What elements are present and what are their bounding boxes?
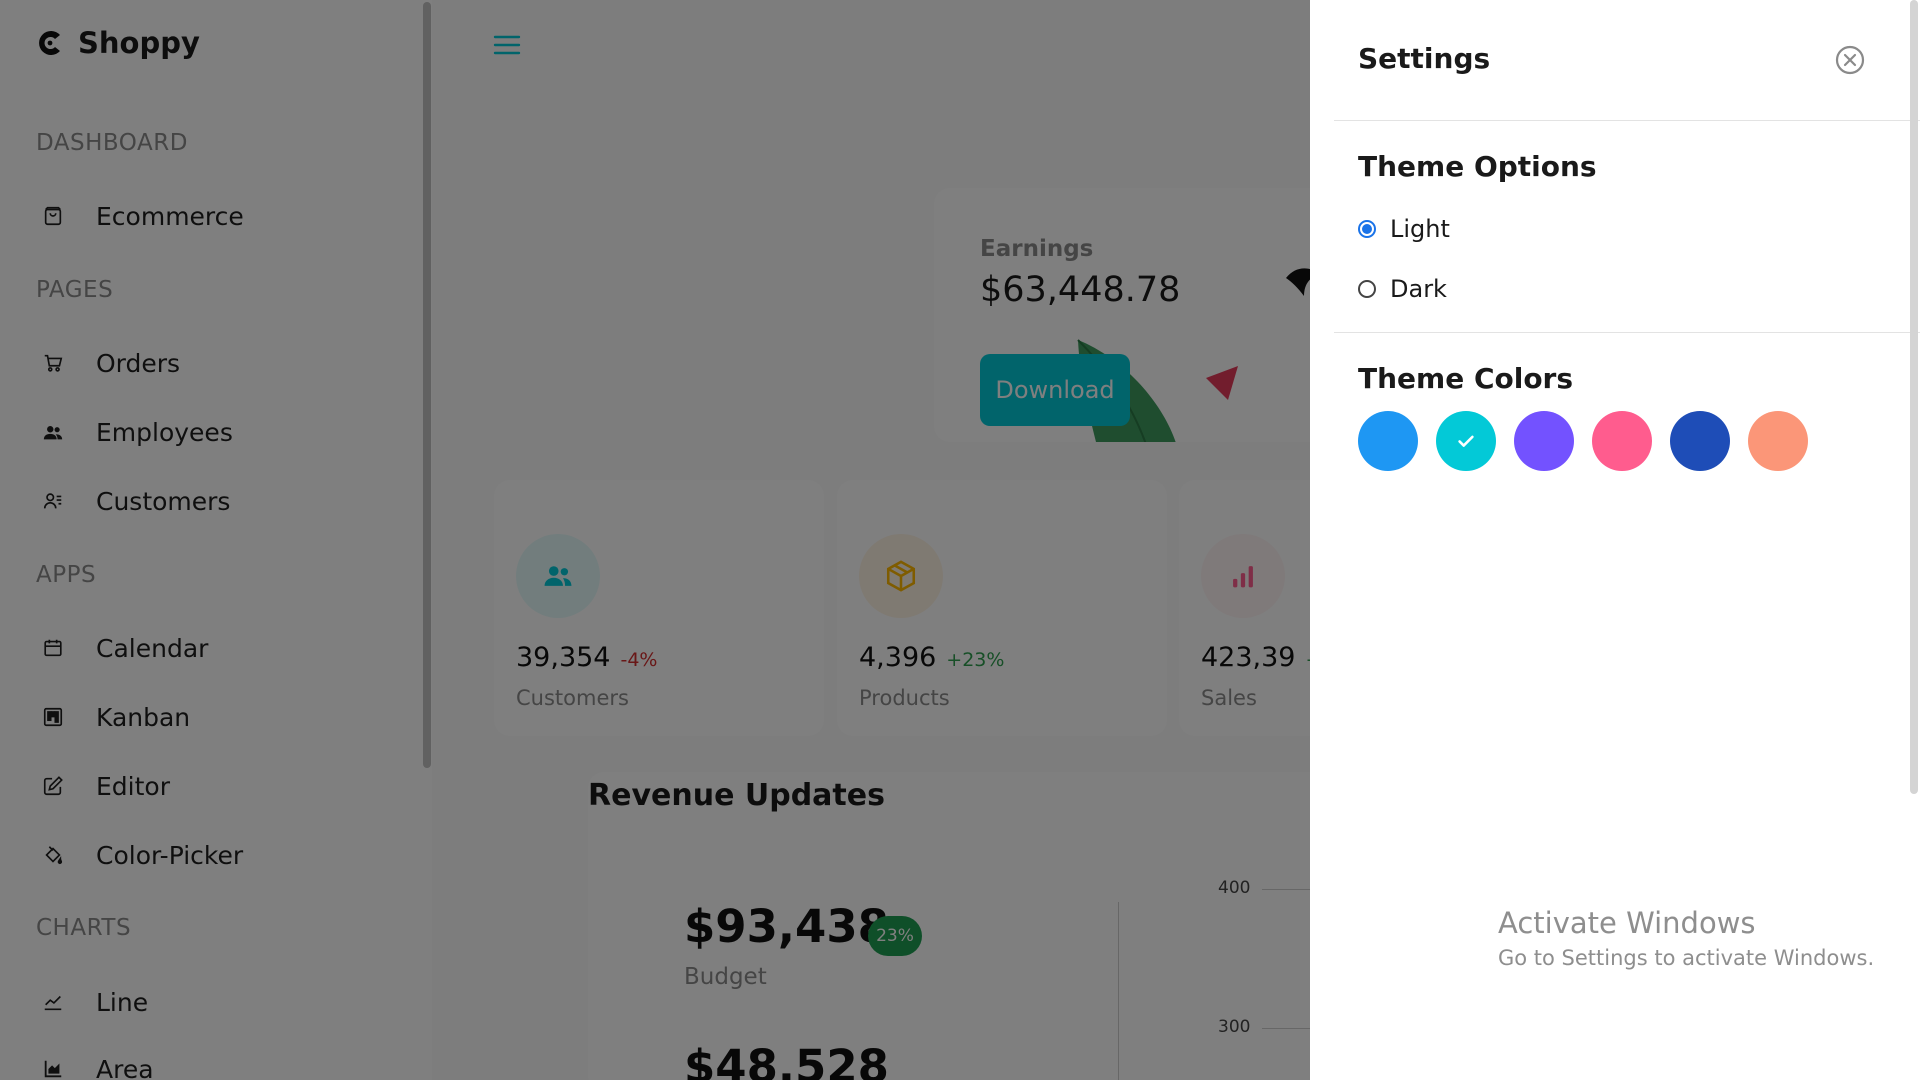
radio-dark[interactable] (1358, 280, 1376, 298)
theme-colors-title: Theme Colors (1358, 362, 1574, 395)
radio-light[interactable] (1358, 220, 1376, 238)
modal-overlay[interactable] (0, 0, 1310, 1080)
watermark-subtitle: Go to Settings to activate Windows. (1498, 946, 1875, 970)
theme-option-light[interactable]: Light (1358, 215, 1450, 243)
theme-color-swatch-selected[interactable] (1436, 411, 1496, 471)
check-icon (1458, 435, 1474, 447)
divider (1334, 120, 1920, 121)
radio-label: Dark (1390, 275, 1447, 303)
theme-color-swatch[interactable] (1514, 411, 1574, 471)
radio-label: Light (1390, 215, 1450, 243)
settings-title: Settings (1358, 42, 1491, 75)
theme-color-swatch[interactable] (1358, 411, 1418, 471)
theme-color-swatch[interactable] (1592, 411, 1652, 471)
close-icon[interactable] (1834, 44, 1866, 76)
panel-scrollbar[interactable] (1910, 0, 1918, 794)
divider (1334, 332, 1920, 333)
theme-color-swatch[interactable] (1748, 411, 1808, 471)
theme-option-dark[interactable]: Dark (1358, 275, 1447, 303)
theme-color-swatch[interactable] (1670, 411, 1730, 471)
theme-options-title: Theme Options (1358, 150, 1597, 183)
watermark-title: Activate Windows (1498, 906, 1756, 940)
